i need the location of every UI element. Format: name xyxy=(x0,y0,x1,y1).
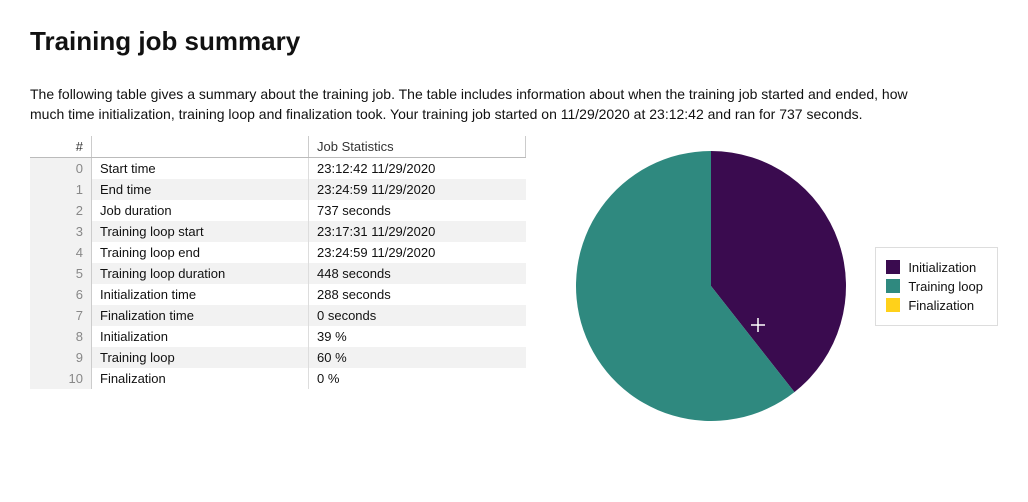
row-index: 2 xyxy=(30,200,92,221)
row-value: 39 % xyxy=(309,326,526,347)
table-row: 10Finalization0 % xyxy=(30,368,526,389)
table-row: 7Finalization time0 seconds xyxy=(30,305,526,326)
row-name: Finalization time xyxy=(92,305,309,326)
row-value: 0 seconds xyxy=(309,305,526,326)
legend-label: Training loop xyxy=(908,279,983,294)
legend-label: Finalization xyxy=(908,298,974,313)
col-index: # xyxy=(30,136,92,158)
table-row: 0Start time23:12:42 11/29/2020 xyxy=(30,158,526,180)
summary-text: The following table gives a summary abou… xyxy=(30,85,930,124)
row-name: Training loop duration xyxy=(92,263,309,284)
chart-legend: Initialization Training loop Finalization xyxy=(875,247,998,326)
row-name: Start time xyxy=(92,158,309,180)
table-row: 2Job duration737 seconds xyxy=(30,200,526,221)
legend-item[interactable]: Initialization xyxy=(886,260,983,275)
table-row: 5Training loop duration448 seconds xyxy=(30,263,526,284)
row-name: End time xyxy=(92,179,309,200)
page-title: Training job summary xyxy=(30,26,998,57)
col-name xyxy=(92,136,309,158)
row-index: 7 xyxy=(30,305,92,326)
legend-label: Initialization xyxy=(908,260,976,275)
row-value: 0 % xyxy=(309,368,526,389)
row-name: Training loop end xyxy=(92,242,309,263)
job-stats-table: # Job Statistics 0Start time23:12:42 11/… xyxy=(30,136,526,389)
col-value: Job Statistics xyxy=(309,136,526,158)
row-name: Job duration xyxy=(92,200,309,221)
row-value: 448 seconds xyxy=(309,263,526,284)
row-index: 6 xyxy=(30,284,92,305)
row-name: Training loop xyxy=(92,347,309,368)
row-name: Initialization time xyxy=(92,284,309,305)
table-row: 6Initialization time288 seconds xyxy=(30,284,526,305)
row-value: 737 seconds xyxy=(309,200,526,221)
legend-swatch xyxy=(886,260,900,274)
pie-chart[interactable] xyxy=(571,146,851,426)
legend-swatch xyxy=(886,279,900,293)
row-index: 8 xyxy=(30,326,92,347)
row-value: 288 seconds xyxy=(309,284,526,305)
row-name: Training loop start xyxy=(92,221,309,242)
legend-item[interactable]: Finalization xyxy=(886,298,983,313)
row-index: 5 xyxy=(30,263,92,284)
row-value: 23:17:31 11/29/2020 xyxy=(309,221,526,242)
legend-swatch xyxy=(886,298,900,312)
row-index: 0 xyxy=(30,158,92,180)
table-row: 4Training loop end23:24:59 11/29/2020 xyxy=(30,242,526,263)
row-value: 23:12:42 11/29/2020 xyxy=(309,158,526,180)
table-row: 8Initialization39 % xyxy=(30,326,526,347)
table-row: 9Training loop60 % xyxy=(30,347,526,368)
row-name: Initialization xyxy=(92,326,309,347)
table-row: 1End time23:24:59 11/29/2020 xyxy=(30,179,526,200)
row-index: 3 xyxy=(30,221,92,242)
row-value: 60 % xyxy=(309,347,526,368)
table-header-row: # Job Statistics xyxy=(30,136,526,158)
row-value: 23:24:59 11/29/2020 xyxy=(309,242,526,263)
table-row: 3Training loop start23:17:31 11/29/2020 xyxy=(30,221,526,242)
row-name: Finalization xyxy=(92,368,309,389)
row-index: 4 xyxy=(30,242,92,263)
row-index: 9 xyxy=(30,347,92,368)
legend-item[interactable]: Training loop xyxy=(886,279,983,294)
row-value: 23:24:59 11/29/2020 xyxy=(309,179,526,200)
row-index: 10 xyxy=(30,368,92,389)
row-index: 1 xyxy=(30,179,92,200)
